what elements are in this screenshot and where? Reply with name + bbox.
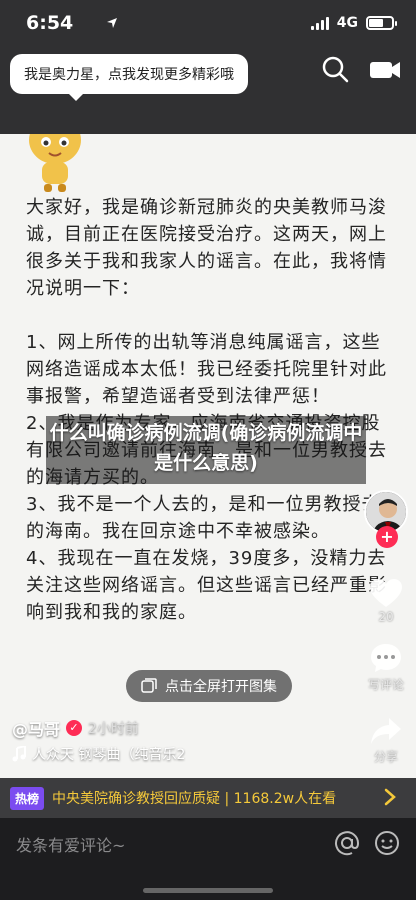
comment-label: 写评论 xyxy=(367,678,404,692)
hot-tag: 热榜 xyxy=(10,786,45,810)
comment-button[interactable]: 写评论 xyxy=(356,642,416,693)
post-time: 2小时前 xyxy=(88,721,139,737)
chevron-right-icon xyxy=(384,788,396,806)
comment-bubble-icon xyxy=(371,644,401,672)
like-button[interactable]: 20 xyxy=(356,578,416,624)
comment-input[interactable]: 发条有爱评论~ xyxy=(16,832,125,856)
top-bar: 我是奥力星，点我发现更多精彩哦 xyxy=(0,48,416,134)
music-title: 人众天 钢琴曲（纯音乐2 xyxy=(32,747,186,763)
home-indicator xyxy=(143,888,273,893)
article-text: 大家好，我是确诊新冠肺炎的央美教师马浚诚，目前正在医院接受治疗。这两天，网上很多… xyxy=(26,194,396,626)
at-mention-icon[interactable] xyxy=(334,830,360,856)
hot-text: 中央美院确诊教授回应质疑 | 1168.2w人在看 xyxy=(52,791,337,807)
network-type: 4G xyxy=(336,15,358,31)
search-icon[interactable] xyxy=(320,54,350,84)
verified-badge-icon: ✓ xyxy=(66,720,83,736)
signal-icon xyxy=(310,16,329,30)
camera-icon[interactable] xyxy=(368,56,402,82)
author-name[interactable]: @马哥 xyxy=(12,716,60,740)
comment-bar: 发条有爱评论~ xyxy=(0,818,416,900)
mascot-tip-bubble[interactable]: 我是奥力星，点我发现更多精彩哦 xyxy=(10,54,248,101)
open-gallery-button[interactable]: 点击全屏打开图集 xyxy=(126,670,292,702)
heart-icon xyxy=(370,579,402,607)
author-line: @马哥 ✓ 2小时前 xyxy=(12,716,139,740)
overlay-title: 什么叫确诊病例流调(确诊病例流调中是什么意思) xyxy=(49,422,363,474)
share-button[interactable]: 分享 xyxy=(356,716,416,765)
music-note-icon xyxy=(12,746,26,762)
emoji-icon[interactable] xyxy=(374,830,400,856)
hot-list-bar[interactable]: 热榜 中央美院确诊教授回应质疑 | 1168.2w人在看 xyxy=(0,778,416,818)
status-time: 6:54 xyxy=(26,12,74,34)
gallery-icon xyxy=(141,678,157,693)
share-label: 分享 xyxy=(373,750,398,764)
follow-button[interactable]: + xyxy=(376,526,398,548)
share-arrow-icon xyxy=(371,718,401,744)
location-arrow-icon xyxy=(106,18,117,28)
article-paragraph-intro: 大家好，我是确诊新冠肺炎的央美教师马浚诚，目前正在医院接受治疗。这两天，网上很多… xyxy=(26,197,387,299)
like-count: 20 xyxy=(378,610,394,624)
battery-icon xyxy=(366,16,397,30)
status-icons: 4G xyxy=(106,15,397,31)
mascot-icon[interactable] xyxy=(24,134,86,194)
status-bar: 6:54 4G xyxy=(0,0,416,48)
music-line[interactable]: 人众天 钢琴曲（纯音乐2 xyxy=(12,744,185,764)
open-gallery-label: 点击全屏打开图集 xyxy=(165,679,277,695)
